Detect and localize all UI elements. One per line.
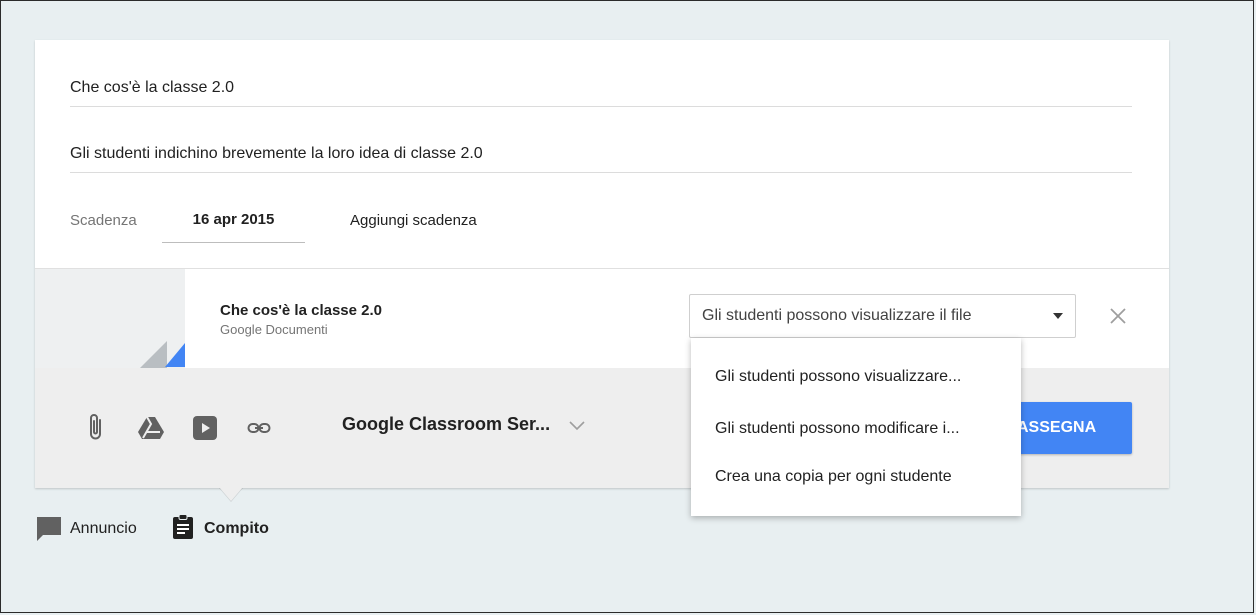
due-date-picker[interactable]: 16 apr 2015	[162, 204, 305, 243]
attachment-type: Google Documenti	[220, 322, 328, 337]
class-selector[interactable]: Google Classroom Ser...	[342, 414, 585, 436]
chevron-down-icon	[569, 415, 585, 436]
menu-item-edit[interactable]: Gli studenti possono modificare i...	[715, 420, 960, 438]
remove-attachment-close-icon[interactable]	[1103, 301, 1133, 331]
assignment-clipboard-icon	[172, 514, 194, 545]
tab-announcement-label: Annuncio	[70, 520, 137, 537]
sharing-permission-value: Gli studenti possono visualizzare il fil…	[702, 307, 972, 324]
assignment-title-field[interactable]: Che cos'è la classe 2.0	[70, 70, 1132, 107]
google-docs-corner-icon	[165, 343, 185, 367]
paperclip-icon[interactable]	[85, 412, 107, 447]
permission-dropdown-menu: Gli studenti possono visualizzare... Gli…	[691, 338, 1021, 516]
due-date-label: Scadenza	[70, 212, 137, 229]
dropdown-caret-icon	[1053, 313, 1063, 319]
tab-assignment[interactable]: Compito	[172, 512, 292, 544]
attachment-title[interactable]: Che cos'è la classe 2.0	[220, 302, 382, 319]
menu-item-view[interactable]: Gli studenti possono visualizzare...	[715, 368, 961, 386]
sharing-permission-select[interactable]: Gli studenti possono visualizzare il fil…	[689, 294, 1076, 338]
document-thumbnail[interactable]	[35, 269, 185, 369]
tab-assignment-label: Compito	[204, 520, 269, 537]
add-due-time-link[interactable]: Aggiungi scadenza	[350, 212, 477, 229]
youtube-icon[interactable]	[193, 416, 217, 445]
link-icon[interactable]	[247, 418, 271, 443]
tab-announcement[interactable]: Annuncio	[36, 512, 160, 544]
menu-item-copy[interactable]: Crea una copia per ogni studente	[715, 468, 952, 486]
google-drive-icon[interactable]	[138, 416, 164, 445]
tab-pointer-arrow	[219, 487, 243, 501]
class-name: Google Classroom Ser...	[342, 414, 551, 434]
assignment-description-field[interactable]: Gli studenti indichino brevemente la lor…	[70, 136, 1132, 173]
announcement-icon	[36, 516, 62, 547]
thumbnail-fold-shadow	[139, 341, 167, 369]
